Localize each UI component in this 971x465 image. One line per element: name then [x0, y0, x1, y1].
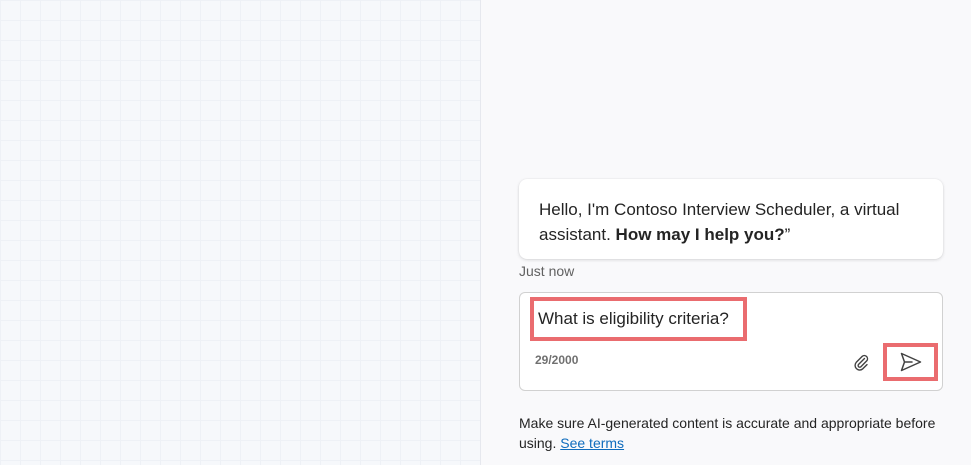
attach-button[interactable]	[850, 351, 872, 373]
chat-pane: Hello, I'm Contoso Interview Scheduler, …	[481, 0, 971, 465]
ai-disclaimer: Make sure AI-generated content is accura…	[519, 413, 939, 453]
message-timestamp: Just now	[519, 263, 575, 279]
send-icon	[900, 352, 921, 372]
bot-message-suffix: ”	[784, 225, 791, 244]
character-count: 29/2000	[535, 353, 579, 367]
send-button[interactable]	[883, 343, 938, 381]
see-terms-link[interactable]: See terms	[560, 435, 624, 451]
chat-composer: What is eligibility criteria? 29/2000	[519, 292, 943, 391]
paperclip-icon	[854, 354, 869, 371]
bot-message-bold-text: How may I help you?	[615, 225, 785, 244]
canvas-pane	[0, 0, 481, 465]
message-input[interactable]: What is eligibility criteria?	[530, 297, 747, 341]
app-window: Hello, I'm Contoso Interview Scheduler, …	[0, 0, 971, 465]
bot-message: Hello, I'm Contoso Interview Scheduler, …	[519, 179, 943, 259]
